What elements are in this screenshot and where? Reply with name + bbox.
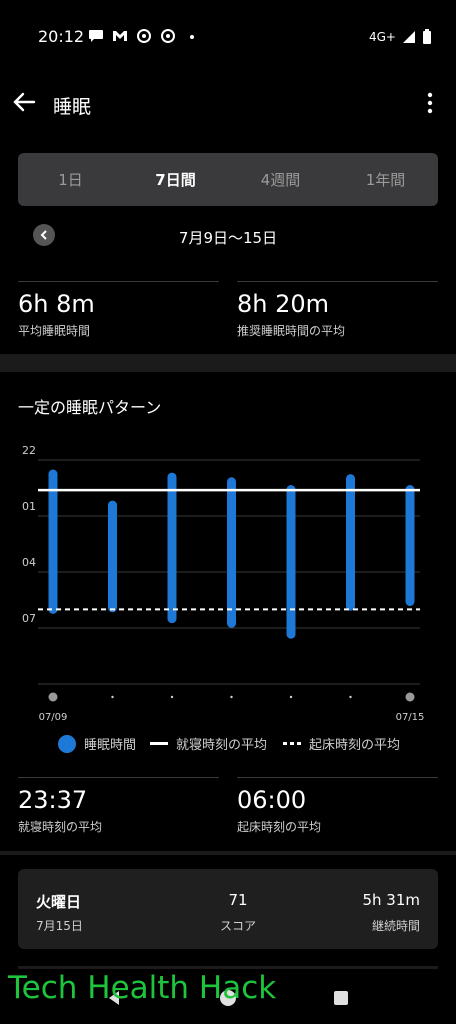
x-tick-label: 07/09 xyxy=(39,712,68,723)
tab-4weeks[interactable]: 4週間 xyxy=(228,153,333,206)
watermark: Tech Health Hack xyxy=(8,970,277,1006)
x-axis-marker xyxy=(230,695,233,699)
legend-sleep-label: 睡眠時間 xyxy=(84,738,137,753)
chat-icon xyxy=(89,30,103,42)
section-title: 一定の睡眠パターン xyxy=(18,398,162,417)
card-duration-label: 継続時間 xyxy=(371,919,420,933)
sleep-pattern-chart: 22 01 04 07 07/09 07/15 xyxy=(22,444,425,723)
x-axis-marker xyxy=(349,695,352,699)
x-axis-marker xyxy=(405,692,415,702)
legend-bedtime: 就寝時刻の平均 xyxy=(150,734,267,753)
legend-wake: 起床時刻の平均 xyxy=(283,734,400,753)
card-duration: 5h 31m xyxy=(362,891,420,909)
period-tabs: 1日 7日間 4週間 1年間 xyxy=(18,153,438,206)
y-tick-label: 04 xyxy=(22,556,36,569)
status-time: 20:12 xyxy=(38,27,85,46)
signal-icon xyxy=(403,31,415,43)
more-vert-icon[interactable] xyxy=(422,90,438,116)
solid-line-icon xyxy=(150,741,168,745)
x-axis-marker xyxy=(111,695,114,699)
x-axis-marker xyxy=(170,695,174,699)
recents-nav-icon[interactable] xyxy=(333,990,349,1006)
x-axis-marker xyxy=(289,695,293,699)
chrome-icon xyxy=(161,29,175,43)
card-day: 火曜日 xyxy=(36,893,82,911)
stat-value: 23:37 xyxy=(18,786,88,814)
status-bar: 20:12 4G+ xyxy=(0,0,456,70)
section-divider xyxy=(0,851,456,855)
chart-legend: 睡眠時間 就寝時刻の平均 起床時刻の平均 xyxy=(0,734,456,754)
average-bedtime-stat: 23:37 就寝時刻の平均 xyxy=(18,777,219,835)
battery-icon xyxy=(423,29,431,44)
card-date: 7月15日 xyxy=(36,919,83,933)
date-range: 7月9日～15日 xyxy=(0,222,456,252)
stat-value: 6h 8m xyxy=(18,290,95,318)
legend-sleep-dot xyxy=(58,734,76,753)
legend-bedtime-label: 就寝時刻の平均 xyxy=(176,738,268,753)
y-tick-label: 01 xyxy=(22,500,36,513)
dot-icon xyxy=(190,35,194,39)
x-tick-label: 07/15 xyxy=(396,712,425,723)
network-label: 4G+ xyxy=(369,30,396,44)
status-right: 4G+ xyxy=(369,29,432,45)
stat-value: 8h 20m xyxy=(237,290,330,318)
recommended-sleep-stat: 8h 20m 推奨睡眠時間の平均 xyxy=(237,281,438,339)
average-wake-stat: 06:00 起床時刻の平均 xyxy=(237,777,438,835)
y-tick-label: 07 xyxy=(22,612,36,625)
legend-sleep: 睡眠時間 xyxy=(58,734,136,753)
date-range-label: 7月9日～15日 xyxy=(178,229,278,247)
stat-value: 06:00 xyxy=(237,786,307,814)
y-tick-label: 22 xyxy=(22,444,36,457)
card-score-label: スコア xyxy=(219,919,256,933)
dashed-line-icon xyxy=(283,741,301,745)
stat-label: 推奨睡眠時間の平均 xyxy=(237,324,346,338)
x-axis-marker xyxy=(48,692,58,702)
stat-label: 起床時刻の平均 xyxy=(237,820,322,834)
tab-1day[interactable]: 1日 xyxy=(18,153,123,206)
legend-wake-label: 起床時刻の平均 xyxy=(309,738,401,753)
stat-label: 就寝時刻の平均 xyxy=(18,820,103,834)
stat-label: 平均睡眠時間 xyxy=(18,324,91,338)
app-bar: 睡眠 xyxy=(0,80,456,130)
tab-7days[interactable]: 7日間 xyxy=(123,153,228,206)
section-divider xyxy=(0,354,456,372)
day-summary-card[interactable]: 火曜日 7月15日 71 スコア 5h 31m 継続時間 xyxy=(18,869,438,949)
gmail-icon xyxy=(113,31,127,41)
tab-1year[interactable]: 1年間 xyxy=(333,153,438,206)
notification-icons xyxy=(88,29,200,43)
arrow-left-icon[interactable] xyxy=(8,86,40,118)
chrome-icon xyxy=(137,29,151,43)
page-title: 睡眠 xyxy=(53,96,92,118)
card-score: 71 xyxy=(228,891,248,909)
average-sleep-stat: 6h 8m 平均睡眠時間 xyxy=(18,281,219,339)
